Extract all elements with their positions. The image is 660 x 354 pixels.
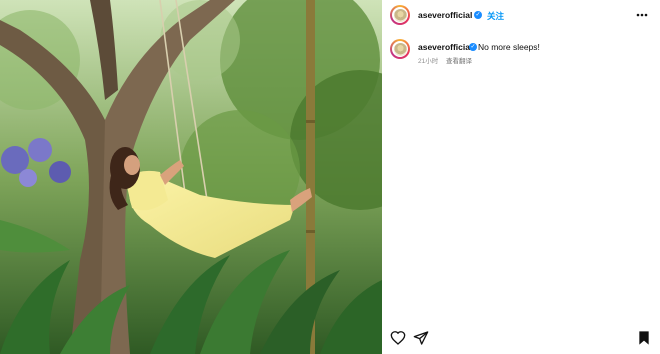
caption-username[interactable]: aseverofficial xyxy=(418,42,472,52)
more-horizontal-icon[interactable] xyxy=(634,7,650,23)
follow-button[interactable]: 关注 xyxy=(487,10,504,22)
post-header: aseverofficial ✓ 关注 xyxy=(382,0,660,30)
avatar-ring xyxy=(392,7,408,23)
author-username[interactable]: aseverofficial xyxy=(418,10,472,20)
send-graphic xyxy=(413,331,429,345)
caption-meta: 21小时 查看翻译 xyxy=(418,55,472,65)
post-actions xyxy=(382,322,660,354)
post-side-panel: aseverofficial ✓ 关注 aseverofficial ✓ No … xyxy=(382,0,660,354)
post-photo[interactable] xyxy=(0,0,382,354)
bookmark-icon[interactable] xyxy=(636,330,652,346)
caption-text: No more sleeps! xyxy=(478,42,540,52)
post-timestamp[interactable]: 21小时 xyxy=(418,58,438,65)
post-photo-illustration xyxy=(0,0,382,354)
bookmark-graphic xyxy=(639,331,649,345)
avatar-image xyxy=(393,42,407,56)
verified-badge-icon: ✓ xyxy=(469,42,477,51)
share-send-icon[interactable] xyxy=(413,330,429,346)
avatar-image xyxy=(393,8,407,22)
avatar-ring xyxy=(392,41,408,57)
post-caption: aseverofficial ✓ No more sleeps! 21小时 查看… xyxy=(382,32,660,72)
see-translation-link[interactable]: 查看翻译 xyxy=(446,58,472,65)
verified-badge-icon: ✓ xyxy=(474,10,482,19)
heart-icon[interactable] xyxy=(390,330,406,346)
author-avatar[interactable] xyxy=(390,5,410,25)
more-dots-graphic xyxy=(636,13,648,17)
heart-graphic xyxy=(390,331,406,345)
caption-avatar[interactable] xyxy=(390,39,410,59)
